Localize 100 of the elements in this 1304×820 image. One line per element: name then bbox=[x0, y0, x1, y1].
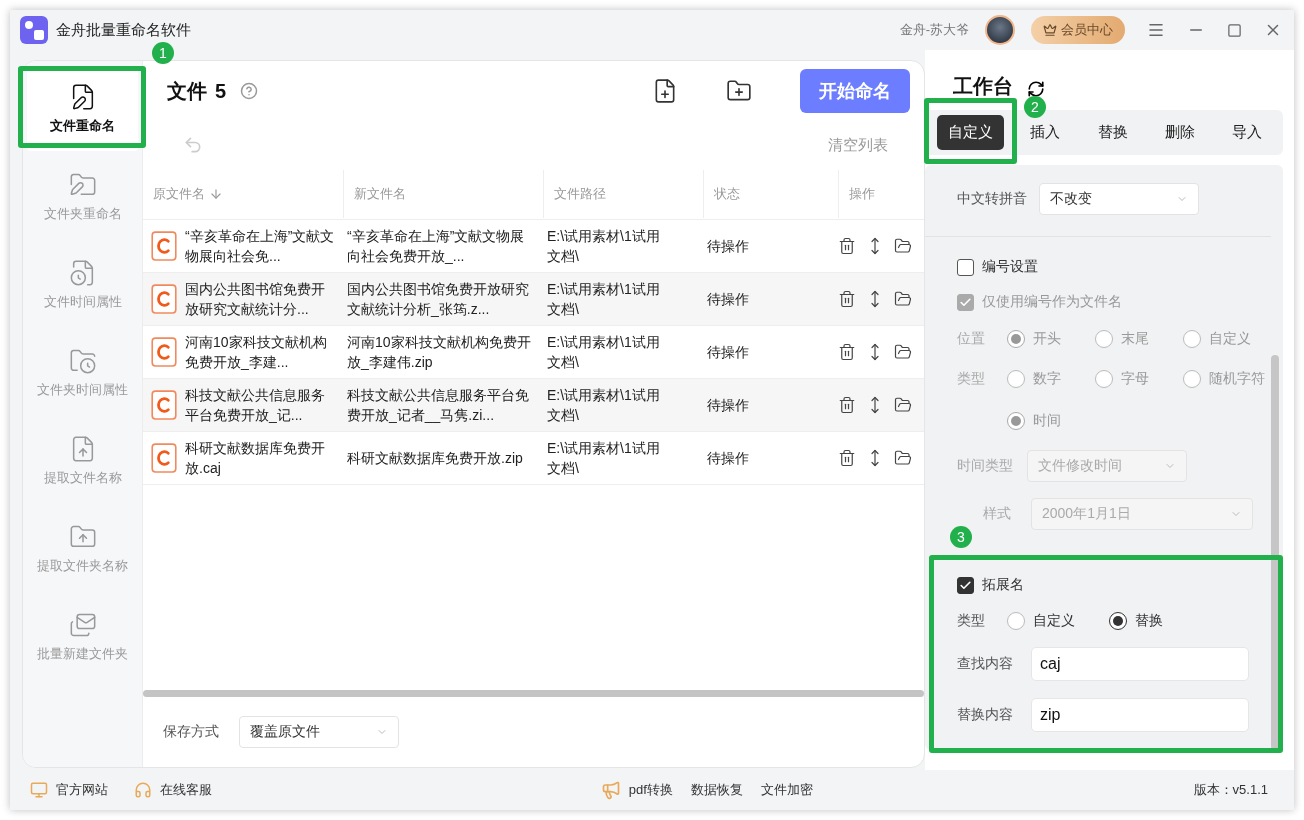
column-header: 操作 bbox=[849, 185, 875, 203]
file-type-icon bbox=[151, 337, 177, 367]
headset-icon bbox=[134, 781, 152, 799]
footer-link[interactable]: 数据恢复 bbox=[690, 781, 743, 799]
footer-link[interactable]: pdf转换 bbox=[628, 781, 673, 799]
tab[interactable]: 替换 bbox=[1086, 115, 1139, 150]
sidebar-label: 提取文件夹名称 bbox=[37, 557, 128, 575]
check-icon bbox=[959, 295, 972, 309]
megaphone-icon bbox=[600, 780, 621, 800]
table-cell-text: “辛亥革命在上海”文献文物展向社会免费开放_... bbox=[346, 227, 526, 266]
table-cell-text: E:\试用素材\1试用文档\ bbox=[546, 439, 661, 478]
delete-icon[interactable] bbox=[838, 396, 856, 414]
checkbox[interactable] bbox=[957, 576, 974, 594]
file-type-icon bbox=[151, 284, 177, 314]
tab[interactable]: 自定义 bbox=[937, 115, 1004, 150]
tab[interactable]: 导入 bbox=[1221, 115, 1273, 150]
replace-input[interactable]: zip bbox=[1031, 698, 1249, 732]
monitor-icon bbox=[30, 781, 48, 799]
step-badge: 1 bbox=[152, 42, 174, 64]
folder-icon[interactable] bbox=[894, 237, 912, 255]
table-cell-text: 国内公共图书馆免费开放研究文献统计分... bbox=[185, 280, 326, 319]
files-title: 文件 bbox=[167, 78, 207, 104]
radio-button[interactable] bbox=[1109, 612, 1127, 630]
user-avatar[interactable] bbox=[985, 15, 1015, 45]
app-logo-icon bbox=[20, 16, 48, 44]
file-type-icon bbox=[151, 231, 177, 261]
user-name: 金舟-苏大爷 bbox=[899, 21, 969, 39]
table-cell-text: 待操作 bbox=[706, 343, 750, 362]
radio-button[interactable] bbox=[1007, 612, 1025, 630]
save-mode-label: 保存方式 bbox=[163, 723, 219, 741]
file-count: 5 bbox=[215, 79, 227, 103]
table-cell-text: 待操作 bbox=[706, 396, 750, 415]
app-title: 金舟批量重命名软件 bbox=[56, 20, 191, 40]
folder-icon[interactable] bbox=[894, 449, 912, 467]
delete-icon[interactable] bbox=[838, 343, 856, 361]
field-label: 位置 bbox=[957, 330, 985, 348]
sidebar-label: 文件时间属性 bbox=[43, 293, 122, 311]
member-center-button[interactable]: 会员中心 bbox=[1031, 16, 1125, 44]
check-icon bbox=[959, 578, 972, 592]
find-input[interactable]: caj bbox=[1031, 647, 1249, 681]
maximize-icon[interactable] bbox=[1227, 22, 1242, 38]
sidebar-label: 文件夹重命名 bbox=[43, 205, 122, 223]
column-header: 文件路径 bbox=[554, 185, 606, 203]
checkbox[interactable] bbox=[957, 258, 974, 276]
file-type-icon bbox=[151, 443, 177, 473]
checkbox-label: 仅使用编号作为文件名 bbox=[982, 293, 1122, 311]
folder-icon[interactable] bbox=[894, 290, 912, 308]
table-cell-text: 科研文献数据库免费开放.caj bbox=[185, 439, 326, 478]
tab[interactable]: 插入 bbox=[1019, 115, 1072, 150]
pinyin-dropdown[interactable]: 不改变 bbox=[1039, 183, 1199, 215]
footer-link[interactable]: 官方网站 bbox=[56, 781, 108, 799]
field-label: 类型 bbox=[957, 612, 985, 630]
workbench-title: 工作台 bbox=[953, 74, 1013, 99]
field-label: 中文转拼音 bbox=[957, 190, 1027, 208]
scrollbar[interactable] bbox=[1271, 355, 1279, 750]
help-icon[interactable] bbox=[240, 82, 259, 100]
radio-label: 时间 bbox=[1033, 412, 1061, 430]
sidebar-label: 文件重命名 bbox=[50, 117, 115, 135]
column-header: 原文件名 bbox=[153, 185, 205, 203]
delete-icon[interactable] bbox=[838, 290, 856, 308]
radio-label: 随机字符 bbox=[1209, 370, 1265, 388]
scrollbar[interactable] bbox=[143, 690, 924, 697]
folder-icon[interactable] bbox=[894, 396, 912, 414]
table-cell-text: 待操作 bbox=[706, 449, 750, 468]
radio-label: 替换 bbox=[1135, 612, 1163, 630]
sidebar-label: 提取文件名称 bbox=[43, 469, 122, 487]
table-cell-text: 科研文献数据库免费开放.zip bbox=[346, 449, 524, 468]
table-cell-text: 待操作 bbox=[706, 237, 750, 256]
sort-down-icon[interactable] bbox=[209, 187, 223, 201]
crown-icon bbox=[1043, 23, 1057, 37]
table-cell-text: 待操作 bbox=[706, 290, 750, 309]
table-cell-text: 河南10家科技文献机构免费开放_李建伟.zip bbox=[346, 333, 532, 372]
save-mode-dropdown[interactable]: 覆盖原文件 bbox=[239, 716, 399, 748]
column-header: 新文件名 bbox=[354, 185, 406, 203]
table-cell-text: E:\试用素材\1试用文档\ bbox=[546, 280, 661, 319]
footer-link[interactable]: 在线客服 bbox=[160, 781, 212, 799]
table-cell-text: 科技文献公共信息服务平台免费开放_记... bbox=[185, 386, 326, 425]
delete-icon[interactable] bbox=[838, 449, 856, 467]
menu-icon[interactable] bbox=[1147, 21, 1165, 39]
checkbox-label: 拓展名 bbox=[982, 576, 1024, 594]
sidebar-label: 文件夹时间属性 bbox=[37, 381, 128, 399]
delete-icon[interactable] bbox=[838, 237, 856, 255]
table-cell-text: E:\试用素材\1试用文档\ bbox=[546, 333, 661, 372]
sidebar-label: 批量新建文件夹 bbox=[37, 645, 128, 663]
radio-label: 数字 bbox=[1033, 370, 1061, 388]
table-cell-text: 国内公共图书馆免费开放研究文献统计分析_张筠.z... bbox=[346, 280, 530, 319]
field-label: 查找内容 bbox=[957, 655, 1013, 673]
version-text: 版本：v5.1.1 bbox=[1193, 781, 1268, 799]
radio-label: 自定义 bbox=[1033, 612, 1075, 630]
tab[interactable]: 删除 bbox=[1153, 115, 1206, 150]
table-cell-text: E:\试用素材\1试用文档\ bbox=[546, 386, 661, 425]
checkbox-label: 编号设置 bbox=[982, 258, 1038, 276]
footer-link[interactable]: 文件加密 bbox=[760, 781, 813, 799]
radio-label: 末尾 bbox=[1121, 330, 1149, 348]
table-cell-text: “辛亥革命在上海”文献文物展向社会免... bbox=[185, 227, 336, 266]
table-cell-text: E:\试用素材\1试用文档\ bbox=[546, 227, 661, 266]
field-label: 样式 bbox=[983, 505, 1011, 523]
radio-label: 字母 bbox=[1121, 370, 1149, 388]
field-label: 替换内容 bbox=[957, 706, 1013, 724]
folder-icon[interactable] bbox=[894, 343, 912, 361]
